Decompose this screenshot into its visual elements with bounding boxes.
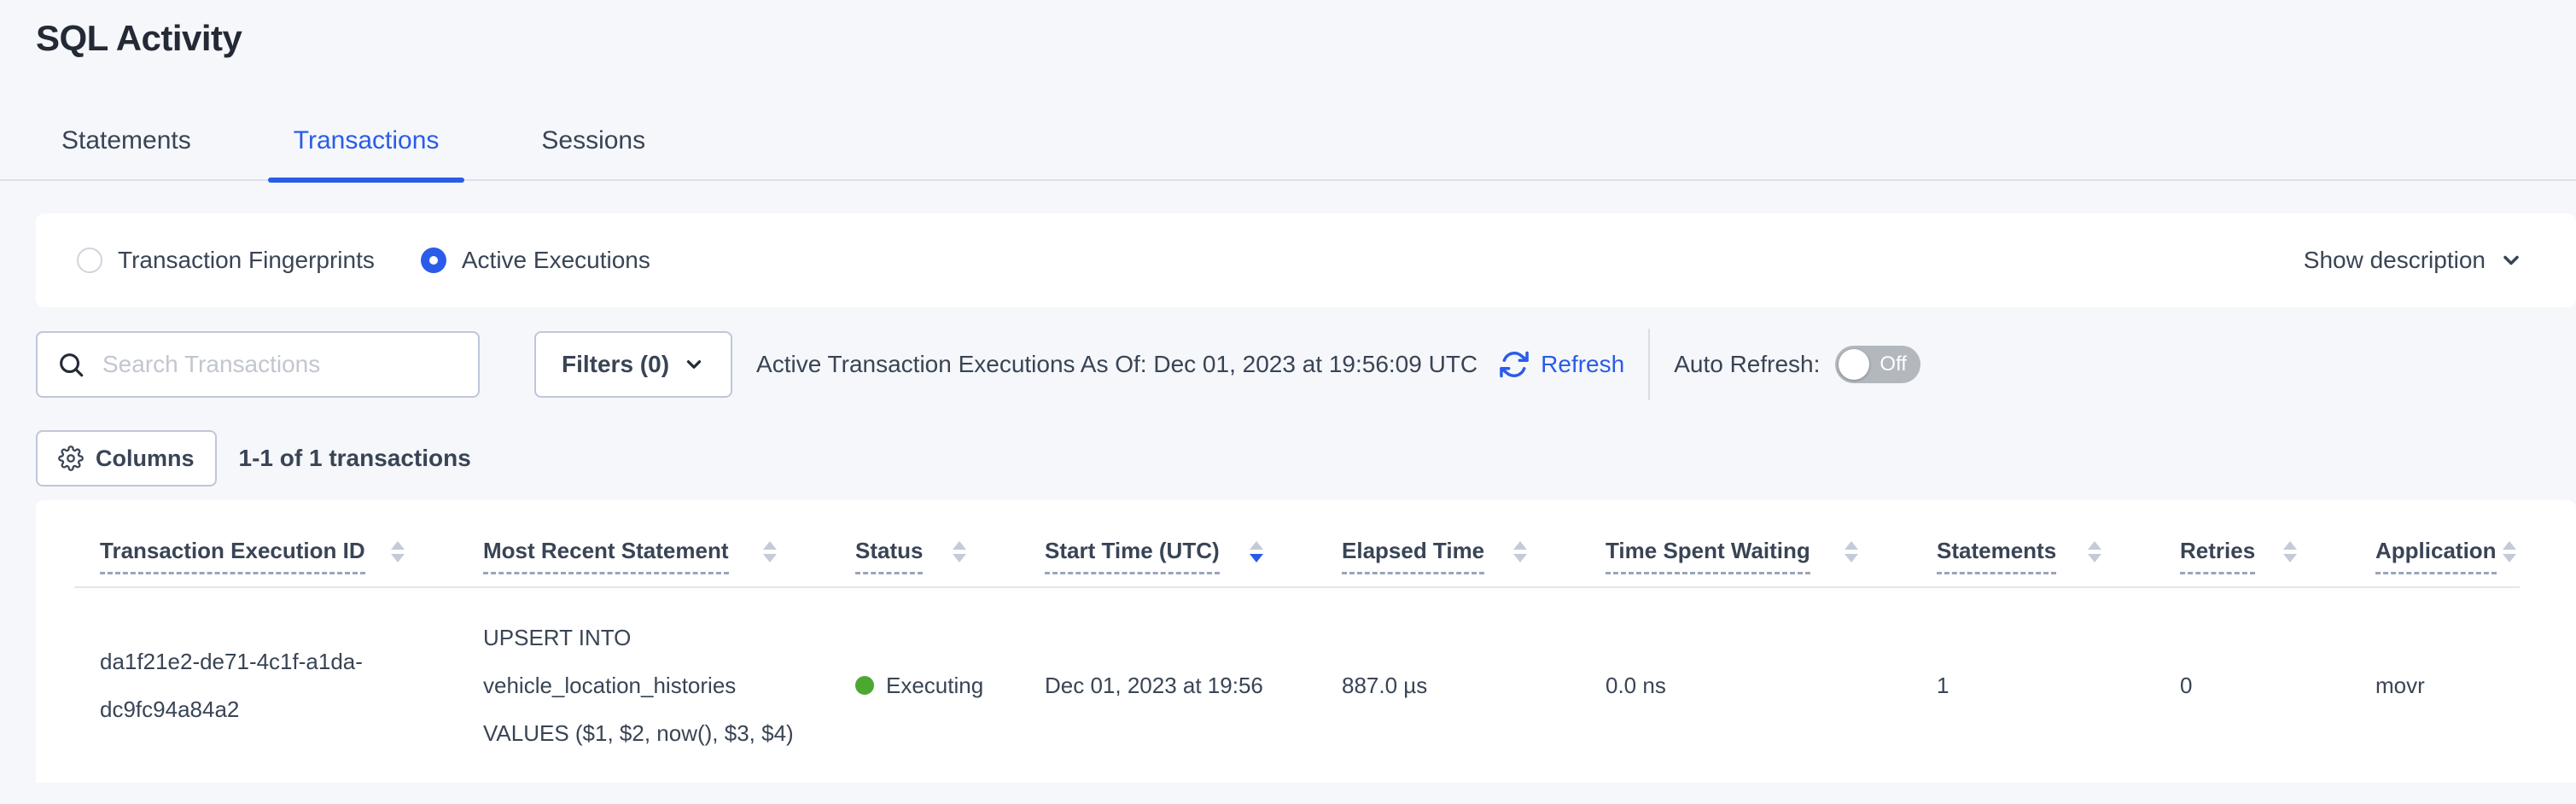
results-count: 1-1 of 1 transactions [239,445,471,472]
search-icon [56,350,85,379]
toggle-knob-icon [1839,349,1869,380]
sort-icon [1513,541,1527,562]
show-description-toggle[interactable]: Show description [2304,247,2523,274]
column-header-most-recent-statement[interactable]: Most Recent Statement [458,538,830,574]
filters-button-label: Filters (0) [562,351,669,378]
search-input[interactable] [101,350,459,379]
vertical-divider [1648,329,1650,400]
cell-transaction-execution-id[interactable]: da1f21e2-de71-4c1f-a1da-dc9fc94a84a2 [74,614,458,757]
filters-button[interactable]: Filters (0) [534,331,732,398]
refresh-icon [1498,348,1530,381]
auto-refresh-toggle[interactable]: Off [1835,346,1920,383]
columns-button[interactable]: Columns [36,430,217,486]
column-header-application[interactable]: Application [2350,538,2520,574]
radio-label: Active Executions [462,247,650,274]
cell-retries: 0 [2154,614,2350,757]
controls-row: Filters (0) Active Transaction Execution… [36,329,2576,399]
transactions-table: Transaction Execution ID Most Recent Sta… [36,500,2576,783]
tab-bar: Statements Transactions Sessions [0,126,2576,181]
cell-statements: 1 [1911,614,2154,757]
column-header-retries[interactable]: Retries [2154,538,2350,574]
search-box [36,331,480,398]
radio-selected-icon [421,248,446,273]
show-description-label: Show description [2304,247,2486,274]
sort-icon [2503,541,2516,562]
cell-time-spent-waiting: 0.0 ns [1580,614,1911,757]
tab-transactions[interactable]: Transactions [268,126,465,179]
view-options-panel: Transaction Fingerprints Active Executio… [36,213,2576,307]
column-header-elapsed-time[interactable]: Elapsed Time [1316,538,1580,574]
column-header-transaction-execution-id[interactable]: Transaction Execution ID [74,538,458,574]
cell-elapsed-time: 887.0 µs [1316,614,1580,757]
cell-start-time: Dec 01, 2023 at 19:56 [1019,614,1316,757]
chevron-down-icon [683,353,705,376]
sort-icon [763,541,777,562]
results-toolbar: Columns 1-1 of 1 transactions [36,430,2576,486]
column-header-time-spent-waiting[interactable]: Time Spent Waiting [1580,538,1911,574]
page-title: SQL Activity [36,19,2576,58]
sort-icon [953,541,966,562]
columns-button-label: Columns [96,446,195,472]
sort-icon [2088,541,2101,562]
sort-desc-icon [1250,541,1263,562]
chevron-down-icon [2499,248,2523,272]
radio-label: Transaction Fingerprints [118,247,375,274]
radio-transaction-fingerprints[interactable]: Transaction Fingerprints [77,247,375,274]
cell-application: movr [2350,614,2520,757]
column-header-statements[interactable]: Statements [1911,538,2154,574]
radio-unselected-icon [77,248,102,273]
column-header-start-time[interactable]: Start Time (UTC) [1019,538,1316,574]
table-row: da1f21e2-de71-4c1f-a1da-dc9fc94a84a2 UPS… [74,588,2520,783]
view-radio-group: Transaction Fingerprints Active Executio… [77,247,650,274]
sort-icon [391,541,405,562]
sort-icon [2283,541,2297,562]
gear-icon [58,446,84,471]
refresh-label: Refresh [1541,351,1624,378]
cell-status: Executing [830,614,1019,757]
sort-icon [1845,541,1858,562]
executing-status-dot-icon [855,676,874,695]
as-of-timestamp: Active Transaction Executions As Of: Dec… [756,351,1477,378]
auto-refresh-state: Off [1880,352,1907,376]
table-header-row: Transaction Execution ID Most Recent Sta… [74,500,2520,588]
column-header-status[interactable]: Status [830,538,1019,574]
tab-statements[interactable]: Statements [36,126,217,179]
radio-active-executions[interactable]: Active Executions [421,247,650,274]
cell-most-recent-statement: UPSERT INTO vehicle_location_histories V… [458,614,830,757]
refresh-button[interactable]: Refresh [1498,348,1624,381]
tab-sessions[interactable]: Sessions [516,126,671,179]
auto-refresh-label: Auto Refresh: [1674,351,1820,378]
